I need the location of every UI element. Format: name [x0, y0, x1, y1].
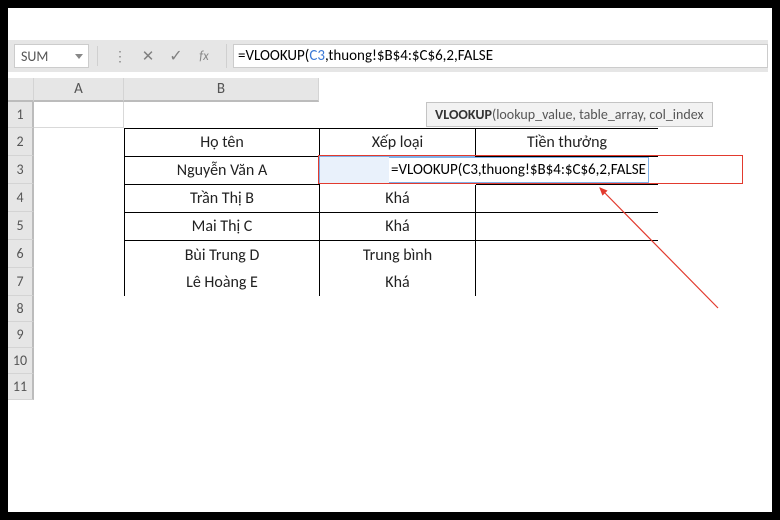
table-cell[interactable]: Mai Thị C	[125, 213, 320, 241]
table-cell[interactable]: Khá	[320, 269, 476, 296]
formula-ref: C3	[309, 47, 325, 65]
col-header-a[interactable]: A	[34, 78, 124, 102]
row-header[interactable]: 4	[8, 184, 34, 212]
header-bonus: Tiền thưởng	[476, 129, 658, 157]
table-cell[interactable]	[476, 241, 658, 269]
row-header[interactable]: 3	[8, 156, 34, 184]
select-all-corner[interactable]	[8, 78, 34, 102]
table-cell[interactable]: Khá	[320, 185, 476, 213]
row-header[interactable]: 7	[8, 268, 34, 296]
row-header[interactable]: 8	[8, 296, 34, 322]
table-cell[interactable]: Trần Thị B	[125, 185, 320, 213]
name-box[interactable]: SUM	[14, 44, 89, 68]
header-name: Họ tên	[125, 129, 320, 157]
formula-bar: SUM ⋮ ✕ ✓ fx =VLOOKUP(C3,thuong!$B$4:$C$…	[8, 40, 768, 72]
row-header[interactable]: 5	[8, 212, 34, 240]
table-cell[interactable]: Bùi Trung D	[125, 241, 320, 269]
table-cell[interactable]: Trung bình	[320, 241, 476, 269]
spreadsheet-grid[interactable]: A B 1 2 3 4 5 6 7 8 9 10 11 Họ tên Xếp l…	[8, 78, 768, 478]
row-header[interactable]: 11	[8, 374, 34, 400]
row-header[interactable]: 2	[8, 128, 34, 156]
col-header-b[interactable]: B	[124, 78, 319, 102]
function-tooltip: VLOOKUP(lookup_value, table_array, col_i…	[426, 102, 713, 127]
row-header[interactable]: 1	[8, 102, 34, 128]
formula-input[interactable]: =VLOOKUP(C3,thuong!$B$4:$C$6,2,FALSE	[233, 44, 768, 68]
table-cell[interactable]: Khá	[320, 213, 476, 241]
table-cell[interactable]	[476, 269, 658, 296]
row-header[interactable]: 6	[8, 240, 34, 268]
cancel-icon[interactable]: ✕	[138, 44, 158, 68]
chevron-down-icon[interactable]	[75, 54, 83, 59]
table-cell[interactable]	[476, 213, 658, 241]
dots-icon: ⋮	[110, 44, 130, 68]
fx-icon[interactable]: fx	[194, 44, 214, 68]
table-cell[interactable]: Nguyễn Văn A	[125, 157, 320, 185]
table-cell[interactable]	[476, 185, 658, 213]
data-table: Họ tên Xếp loại Tiền thưởng Nguyễn Văn A…	[124, 128, 658, 296]
confirm-icon[interactable]: ✓	[166, 44, 186, 68]
cell-formula-overflow: =VLOOKUP(C3,thuong!$B$4:$C$6,2,FALSE	[389, 157, 649, 183]
name-box-value: SUM	[21, 48, 48, 65]
formula-suffix: ,thuong!$B$4:$C$6,2,FALSE	[325, 47, 493, 65]
formula-prefix: =VLOOKUP(	[238, 47, 309, 65]
header-rank: Xếp loại	[320, 129, 476, 157]
row-header[interactable]: 10	[8, 348, 34, 374]
row-header[interactable]: 9	[8, 322, 34, 348]
table-cell[interactable]: Lê Hoàng E	[125, 269, 320, 296]
